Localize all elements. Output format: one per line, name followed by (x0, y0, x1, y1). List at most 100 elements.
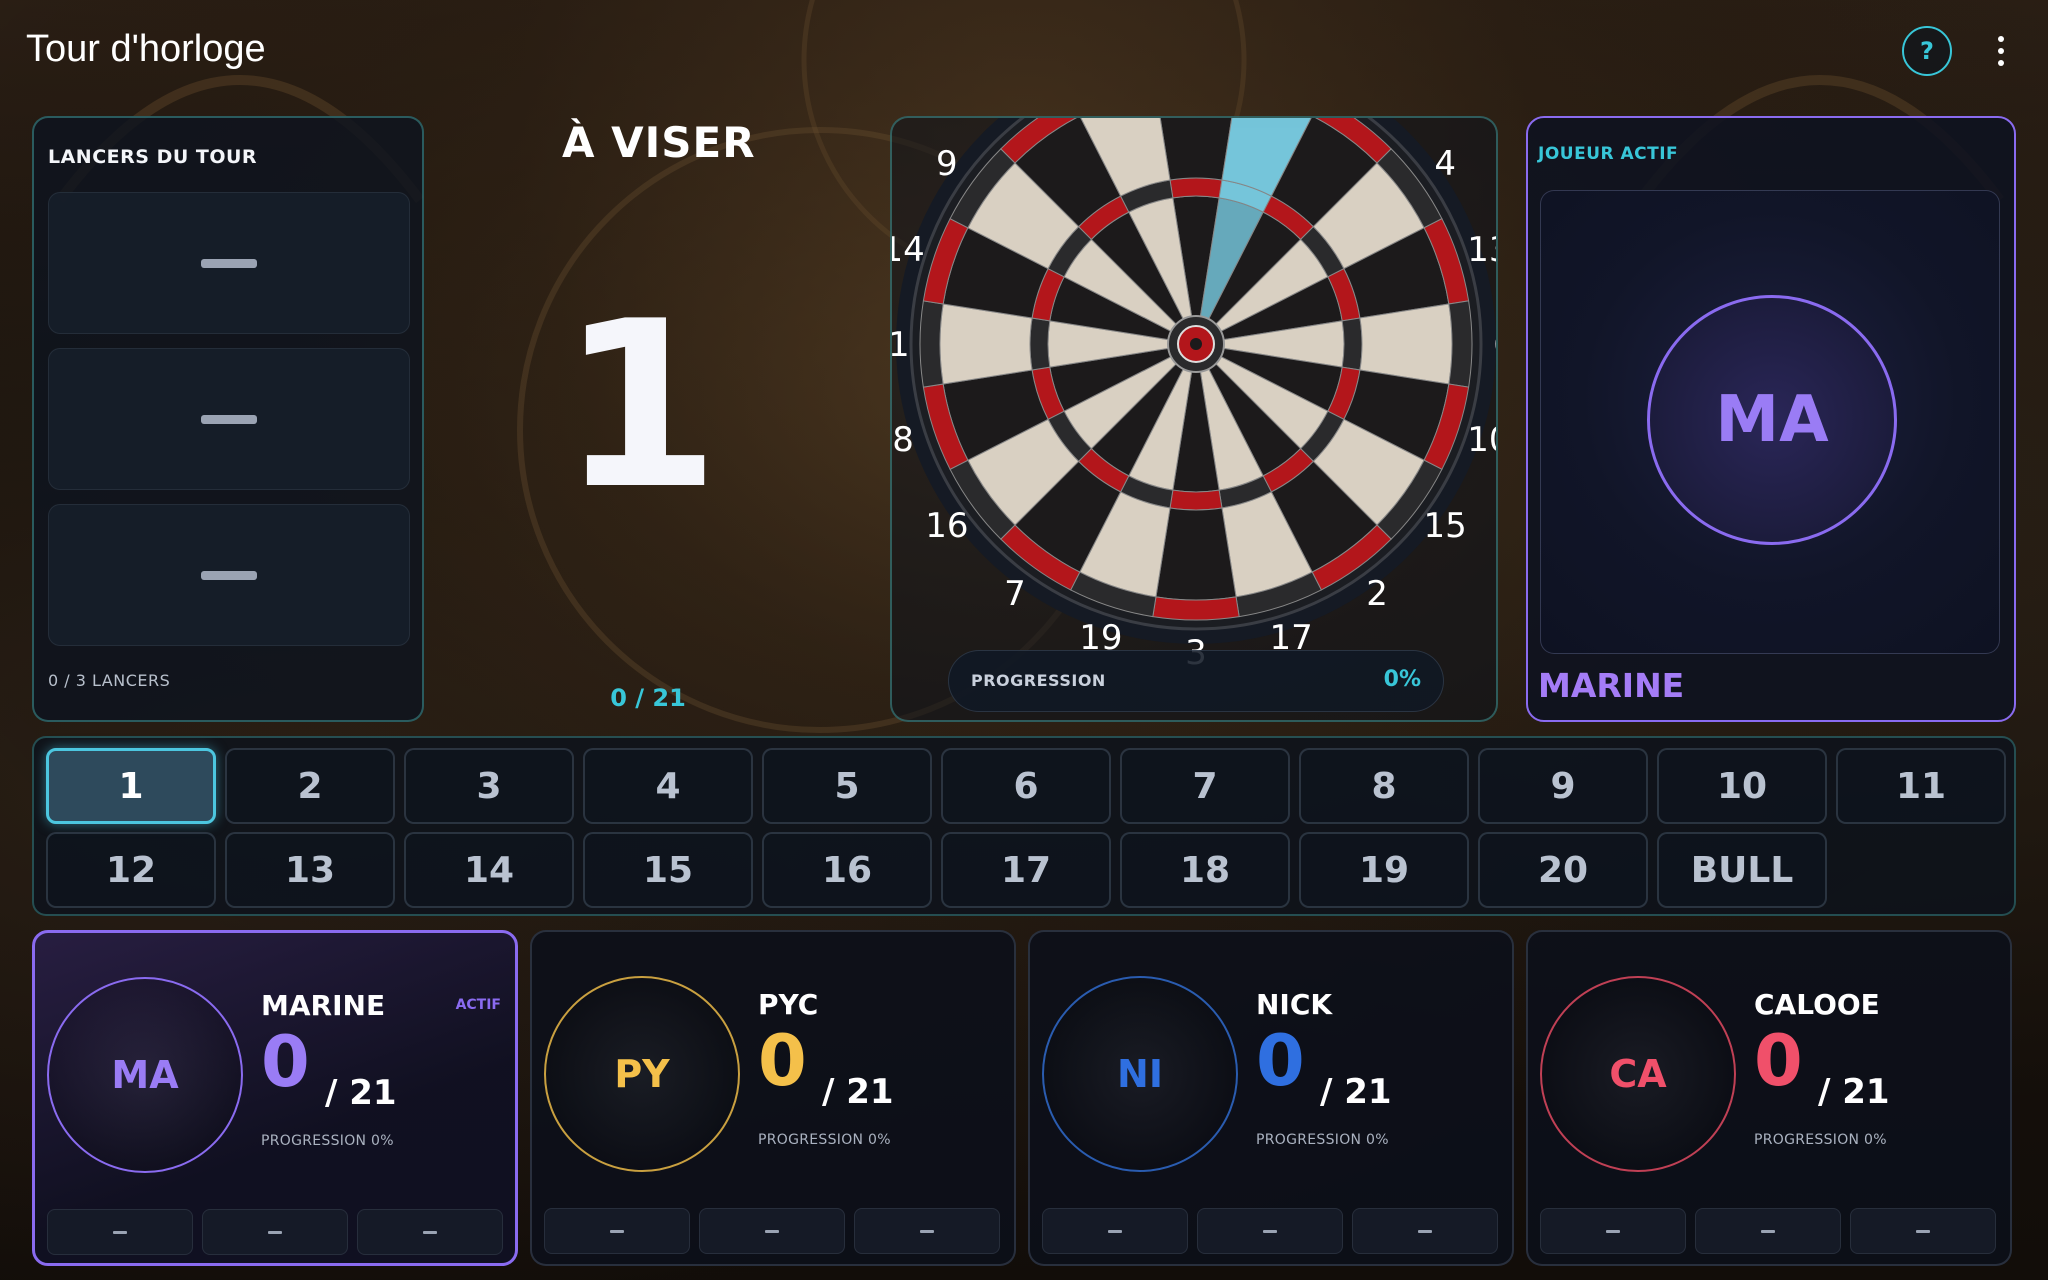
dartboard-panel: 2011841361015217319716811149125 PROGRESS… (890, 116, 1498, 722)
target-progress: 0 / 21 (610, 684, 686, 712)
segment-3-double[interactable] (1152, 596, 1240, 621)
board-progress-value: 0% (1383, 667, 1421, 692)
throw-slot-2 (48, 348, 410, 490)
help-button[interactable]: ? (1902, 26, 1952, 76)
player-throw-slot (1695, 1208, 1841, 1254)
player-progress: PROGRESSION 0% (261, 1133, 394, 1149)
player-progress: PROGRESSION 0% (1754, 1132, 1887, 1148)
player-card-calooe[interactable]: CA CALOOE 0 / 21 PROGRESSION 0% (1526, 930, 2012, 1266)
app-title: Tour d'horloge (26, 28, 266, 70)
segment-11-double[interactable] (919, 300, 944, 388)
target-button-1[interactable]: 1 (46, 748, 216, 824)
active-player-label: JOUEUR ACTIF (1538, 144, 1679, 164)
active-player-avatar: MA (1647, 295, 1897, 545)
more-menu-button[interactable] (1986, 26, 2016, 76)
player-throw-slot (854, 1208, 1000, 1254)
target-button-bull[interactable]: BULL (1657, 832, 1827, 908)
target-button-6[interactable]: 6 (941, 748, 1111, 824)
player-throw-slot (47, 1209, 193, 1255)
player-card-pyc[interactable]: PY PYC 0 / 21 PROGRESSION 0% (530, 930, 1016, 1266)
empty-throw-dash (920, 1229, 934, 1233)
target-button-16[interactable]: 16 (762, 832, 932, 908)
empty-throw-dash (1418, 1229, 1432, 1233)
player-progress: PROGRESSION 0% (1256, 1132, 1389, 1148)
board-number-label: 8 (892, 420, 914, 460)
player-throw-slot (357, 1209, 503, 1255)
board-number-label: 13 (1467, 230, 1498, 270)
board-number-label: 16 (925, 506, 968, 546)
segment-6-treble[interactable] (1341, 317, 1363, 371)
throw-slot-3 (48, 504, 410, 646)
empty-throw-dash (765, 1229, 779, 1233)
top-bar: Tour d'horloge ? (0, 0, 2048, 104)
empty-throw-dash (1916, 1229, 1930, 1233)
empty-throw-dash (1761, 1229, 1775, 1233)
target-button-12[interactable]: 12 (46, 832, 216, 908)
segment-6-double[interactable] (1448, 300, 1473, 388)
target-label: À VISER (562, 118, 756, 167)
player-avatar: NI (1042, 976, 1238, 1172)
empty-throw-dash (1108, 1229, 1122, 1233)
target-button-11[interactable]: 11 (1836, 748, 2006, 824)
player-total: / 21 (822, 1072, 894, 1112)
player-card-marine[interactable]: MA MARINE ACTIF 0 / 21 PROGRESSION 0% (32, 930, 518, 1266)
player-name: PYC (758, 988, 819, 1021)
target-number: 1 (559, 273, 721, 540)
target-button-4[interactable]: 4 (583, 748, 753, 824)
empty-throw-dash (423, 1230, 437, 1234)
board-number-label: 4 (1434, 144, 1456, 184)
empty-throw-dash (201, 258, 257, 268)
active-badge: ACTIF (455, 997, 501, 1013)
target-button-14[interactable]: 14 (404, 832, 574, 908)
segment-11-treble[interactable] (1029, 317, 1051, 371)
throws-count: 0 / 3 LANCERS (48, 671, 171, 690)
target-button-8[interactable]: 8 (1299, 748, 1469, 824)
active-player-panel: JOUEUR ACTIF MA MARINE (1526, 116, 2016, 722)
board-number-label: 6 (1493, 325, 1498, 365)
throw-slot-1 (48, 192, 410, 334)
board-number-label: 2 (1366, 574, 1388, 614)
player-score: 0 (261, 1021, 310, 1103)
segment-20-treble[interactable] (1169, 177, 1223, 199)
target-button-3[interactable]: 3 (404, 748, 574, 824)
target-button-17[interactable]: 17 (941, 832, 1111, 908)
target-button-18[interactable]: 18 (1120, 832, 1290, 908)
board-number-label: 10 (1467, 420, 1498, 460)
target-button-15[interactable]: 15 (583, 832, 753, 908)
target-button-7[interactable]: 7 (1120, 748, 1290, 824)
player-throw-slot (1042, 1208, 1188, 1254)
board-progress-pill: PROGRESSION 0% (948, 650, 1444, 712)
target-button-2[interactable]: 2 (225, 748, 395, 824)
target-button-20[interactable]: 20 (1478, 832, 1648, 908)
board-number-label: 11 (892, 325, 910, 365)
player-name: MARINE (261, 989, 386, 1022)
board-progress-label: PROGRESSION (971, 671, 1106, 690)
throws-panel-title: LANCERS DU TOUR (48, 146, 258, 168)
player-name: CALOOE (1754, 988, 1880, 1021)
player-total: / 21 (1320, 1072, 1392, 1112)
more-vertical-icon (1998, 36, 2004, 42)
empty-throw-dash (201, 414, 257, 424)
player-score: 0 (1754, 1020, 1803, 1102)
board-number-label: 7 (1004, 574, 1026, 614)
dartboard[interactable]: 2011841361015217319716811149125 (892, 118, 1498, 722)
player-avatar: PY (544, 976, 740, 1172)
player-card-nick[interactable]: NI NICK 0 / 21 PROGRESSION 0% (1028, 930, 1514, 1266)
player-avatar: MA (47, 977, 243, 1173)
player-name: NICK (1256, 988, 1333, 1021)
help-icon: ? (1920, 37, 1934, 65)
target-button-19[interactable]: 19 (1299, 832, 1469, 908)
empty-throw-dash (1606, 1229, 1620, 1233)
empty-throw-dash (113, 1230, 127, 1234)
player-throw-slot (1352, 1208, 1498, 1254)
target-button-10[interactable]: 10 (1657, 748, 1827, 824)
target-button-5[interactable]: 5 (762, 748, 932, 824)
segment-3-treble[interactable] (1169, 489, 1223, 511)
player-total: / 21 (325, 1073, 397, 1113)
active-player-name: MARINE (1538, 666, 1685, 705)
target-button-13[interactable]: 13 (225, 832, 395, 908)
player-progress: PROGRESSION 0% (758, 1132, 891, 1148)
empty-throw-dash (268, 1230, 282, 1234)
target-button-9[interactable]: 9 (1478, 748, 1648, 824)
bull-center (1190, 338, 1202, 350)
